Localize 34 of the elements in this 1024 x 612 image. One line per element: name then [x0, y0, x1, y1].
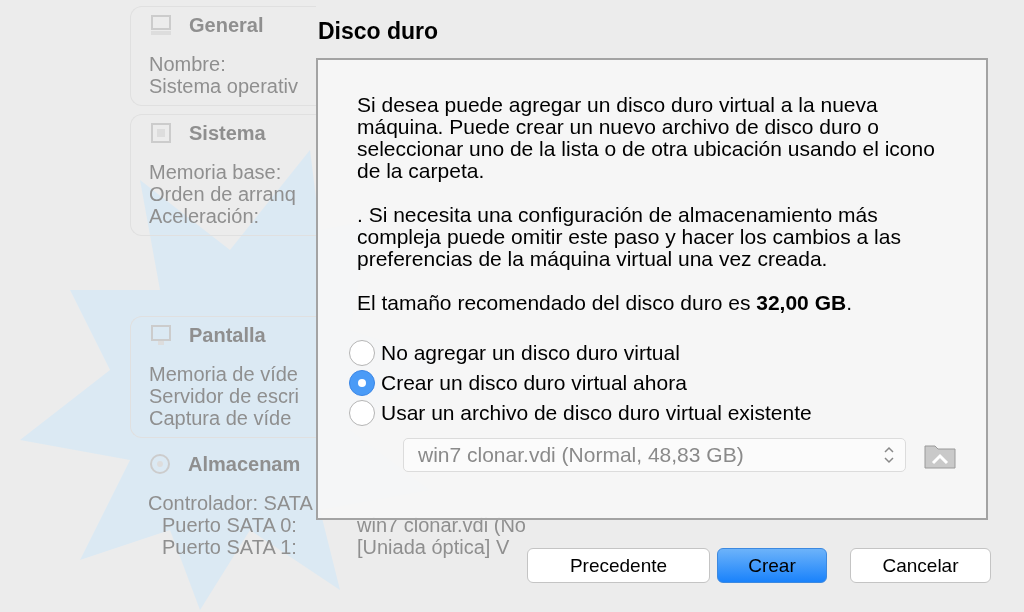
- detail-label: Memoria de víde: [149, 363, 298, 385]
- paragraph: Si desea puede agregar un disco duro virtual a la nueva máquina. Puede crear un nuevo archivo de disco duro o seleccionar uno de la lista o de otra ubicación usando el icono de la carpeta.: [357, 94, 936, 182]
- detail-label: Nombre:: [149, 53, 226, 75]
- detail-label: Sistema operativ: [149, 75, 298, 97]
- radio-button[interactable]: [349, 370, 375, 396]
- detail-value: [Uniada óptica] V: [357, 536, 510, 558]
- detail-label: Puerto SATA 1:: [161, 536, 298, 558]
- stepper-chevron-icon: [883, 445, 895, 465]
- detail-label: Servidor de escri: [149, 385, 300, 407]
- option-label[interactable]: Usar un archivo de disco duro virtual existente: [381, 402, 812, 424]
- paragraph: . Si necesita una configuración de almacenamiento más compleja puede omitir este paso y hacer los cambios a las preferencias de la máquina virtual una vez creada.: [357, 204, 902, 270]
- detail-label: Aceleración:: [149, 205, 260, 227]
- option-label[interactable]: Crear un disco duro virtual ahora: [381, 372, 687, 394]
- detail-label: Memoria base:: [149, 161, 282, 183]
- detail-label: Controlador: SATA: [148, 492, 313, 514]
- detail-label: Puerto SATA 0:: [161, 514, 298, 536]
- section-title: Pantalla: [189, 324, 266, 346]
- section-title: General: [189, 14, 264, 36]
- disk-icon: [148, 452, 172, 476]
- section-title: Almacenam: [188, 453, 301, 475]
- option-label[interactable]: No agregar un disco duro virtual: [381, 342, 680, 364]
- dialog-button[interactable]: Cancelar: [850, 548, 991, 583]
- dialog-title: Disco duro: [318, 17, 439, 46]
- create-button[interactable]: Crear: [717, 548, 827, 583]
- radio-button[interactable]: [349, 400, 375, 426]
- detail-label: Captura de víde: [149, 407, 292, 429]
- monitor-icon: [149, 13, 173, 37]
- chip-icon: [149, 121, 173, 145]
- radio-button[interactable]: [349, 340, 375, 366]
- paragraph: El tamaño recomendado del disco duro es 32,00 GB.: [357, 292, 853, 314]
- detail-label: Orden de arranq: [149, 183, 296, 205]
- monitor-icon: [149, 323, 173, 347]
- dialog-button[interactable]: Precedente: [527, 548, 710, 583]
- section-title: Sistema: [189, 122, 266, 144]
